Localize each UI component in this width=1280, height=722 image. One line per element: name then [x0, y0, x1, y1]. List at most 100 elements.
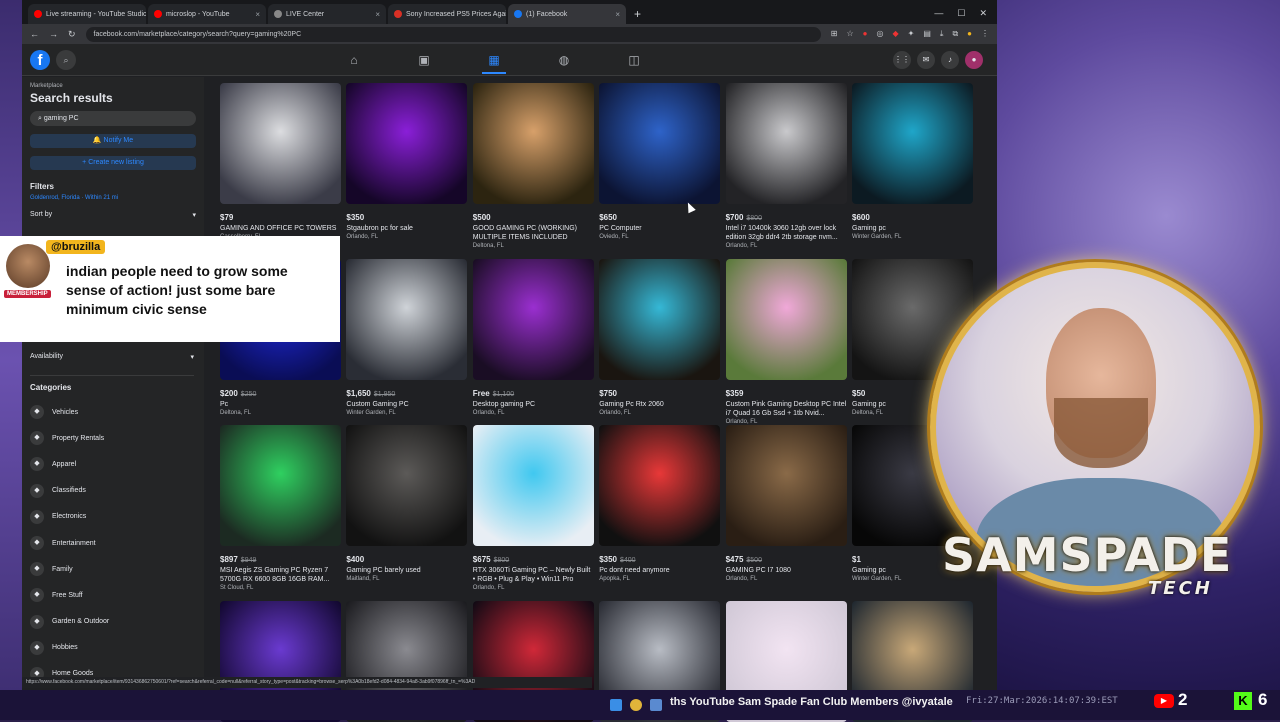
listing-card[interactable]: $350 $400 Pc dont need anymore Apopka, FL [599, 425, 721, 582]
listing-title[interactable]: Custom Gaming PC [346, 400, 467, 409]
close-window-icon[interactable]: ✕ [979, 8, 987, 19]
listing-card[interactable]: $359 Custom Pink Gaming Desktop PC Intel … [725, 259, 847, 425]
listing-card[interactable]: $600 Gaming pc Winter Garden, FL [852, 83, 973, 240]
bookmark-star-icon[interactable]: ☆ [846, 29, 853, 39]
video-nav-icon[interactable]: ▣ [412, 46, 436, 74]
browser-tab[interactable]: microslop - YouTube × [148, 4, 266, 24]
install-icon[interactable]: ⊞ [831, 29, 838, 39]
listing-photo[interactable] [472, 83, 594, 204]
listing-title[interactable]: Intel i7 10400k 3060 12gb over lock edit… [726, 224, 847, 242]
listing-title[interactable]: Gaming Pc Rtx 2060 [599, 400, 720, 409]
listing-title[interactable]: RTX 3060Ti Gaming PC – Newly Built • RGB… [473, 566, 594, 584]
listing-card[interactable]: $500 GOOD GAMING PC (WORKING) MULTIPLE IT… [472, 83, 594, 249]
listing-card[interactable]: $700 $800 Intel i7 10400k 3060 12gb over l… [725, 83, 847, 249]
listing-photo[interactable] [599, 83, 721, 204]
listing-title[interactable]: Gaming pc [852, 224, 973, 233]
category-item[interactable]: ◆ Vehicles [30, 399, 194, 425]
listing-photo[interactable] [346, 83, 468, 204]
listing-photo[interactable] [599, 425, 721, 546]
category-item[interactable]: ◆ Garden & Outdoor [30, 609, 194, 635]
availability-dropdown[interactable]: Availability ▾ [30, 353, 194, 361]
listing-title[interactable]: GAMING PC I7 1080 [726, 566, 847, 575]
extensions-icon[interactable]: ⧉ [952, 29, 958, 39]
home-nav-icon[interactable]: ⌂ [342, 46, 366, 74]
tab-close-icon[interactable]: × [375, 10, 380, 19]
category-item[interactable]: ◆ Apparel [30, 451, 194, 477]
listing-photo[interactable] [472, 425, 594, 546]
notify-me-button[interactable]: 🔔 Notify Me [30, 134, 196, 148]
listing-card[interactable]: $675 $800 RTX 3060Ti Gaming PC – Newly Bui… [472, 425, 594, 591]
app-icon[interactable] [650, 699, 662, 711]
url-field[interactable]: facebook.com/marketplace/category/search… [85, 26, 821, 42]
listing-title[interactable]: Gaming PC barely used [346, 566, 467, 575]
category-item[interactable]: ◆ Property Rentals [30, 425, 194, 451]
listing-photo[interactable] [725, 425, 847, 546]
minimize-icon[interactable]: — [934, 8, 943, 19]
category-item[interactable]: ◆ Entertainment [30, 530, 194, 556]
category-item[interactable]: ◆ Free Stuff [30, 582, 194, 608]
menu-kebab-icon[interactable]: ⋮ [981, 29, 989, 39]
browser-tab[interactable]: LIVE Center × [268, 4, 386, 24]
listing-card[interactable]: $400 Gaming PC barely used Maitland, FL [346, 425, 468, 582]
search-icon[interactable]: ⌕ [56, 49, 76, 70]
listing-photo[interactable] [472, 259, 594, 380]
create-listing-button[interactable]: + Create new listing [30, 156, 196, 170]
tab-close-icon[interactable]: × [615, 10, 620, 19]
listing-title[interactable]: Custom Pink Gaming Desktop PC Intel i7 Q… [726, 400, 847, 418]
forward-icon[interactable]: → [49, 29, 58, 39]
listing-photo[interactable] [852, 83, 973, 204]
browser-tab[interactable]: (1) Facebook × [508, 4, 626, 24]
category-item[interactable]: ◆ Classifieds [30, 478, 194, 504]
reload-icon[interactable]: ↻ [68, 29, 76, 40]
profile-icon[interactable]: ● [967, 29, 972, 39]
listing-photo[interactable] [599, 259, 721, 380]
download-icon[interactable]: ⤓ [940, 29, 944, 39]
extension-red2-icon[interactable]: ◆ [892, 29, 898, 39]
new-tab-button[interactable]: + [628, 7, 647, 24]
messenger-icon[interactable]: ✉ [917, 50, 935, 69]
apps-grid-icon[interactable]: ⋮⋮ [893, 50, 911, 69]
extension-gray-icon[interactable]: ◎ [876, 29, 883, 39]
listing-card[interactable]: Free $1,100 Desktop gaming PC Orlando, FL [472, 259, 594, 416]
back-icon[interactable]: ← [30, 29, 39, 39]
maximize-icon[interactable]: ☐ [957, 8, 965, 19]
search-input[interactable]: ⌕ gaming PC [30, 111, 196, 126]
category-item[interactable]: ◆ Hobbies [30, 635, 194, 661]
tab-close-icon[interactable]: × [255, 10, 260, 19]
listing-title[interactable]: Pc [220, 400, 341, 409]
windows-start-icon[interactable] [610, 699, 622, 711]
facebook-logo[interactable]: f [30, 49, 50, 70]
listing-title[interactable]: GOOD GAMING PC (WORKING) MULTIPLE ITEMS … [473, 224, 594, 242]
listing-card[interactable]: $1,650 $1,950 Custom Gaming PC Winter Garde… [346, 259, 468, 416]
listing-title[interactable]: Stgaubron pc for sale [346, 224, 467, 233]
listing-photo[interactable] [346, 425, 468, 546]
listing-photo[interactable] [220, 83, 341, 204]
extension-red-icon[interactable]: ● [863, 29, 868, 39]
listing-photo[interactable] [725, 259, 847, 380]
listing-card[interactable]: $897 $949 MSI Aegis ZS Gaming PC Ryzen 7 5… [220, 425, 341, 591]
browser-tab[interactable]: Sony Increased PS5 Prices Again× [388, 4, 506, 24]
sidepanel-icon[interactable]: ▤ [923, 29, 931, 39]
listing-photo[interactable] [346, 259, 468, 380]
listing-card[interactable]: $650 PC Computer Oviedo, FL [599, 83, 721, 240]
listing-card[interactable]: $750 Gaming Pc Rtx 2060 Orlando, FL [599, 259, 721, 416]
category-item[interactable]: ◆ Family [30, 556, 194, 582]
marketplace-nav-icon[interactable]: ▦ [482, 46, 506, 74]
listing-title[interactable]: MSI Aegis ZS Gaming PC Ryzen 7 5700G RX … [220, 566, 341, 584]
extension-puzzle-icon[interactable]: ✦ [908, 29, 915, 39]
breadcrumb[interactable]: Marketplace [30, 83, 196, 89]
sort-by-dropdown[interactable]: Sort by ▾ [30, 211, 196, 219]
account-avatar[interactable]: ● [965, 50, 983, 69]
listing-card[interactable]: $79GAMING AND OFFICE PC TOWERSCasselberr… [220, 83, 341, 240]
notifications-bell-icon[interactable]: ♪ [941, 50, 959, 69]
category-item[interactable]: ◆ Electronics [30, 504, 194, 530]
browser-tab[interactable]: Live streaming - YouTube Studio× [28, 4, 146, 24]
location-filter[interactable]: Goldenrod, Florida · Within 21 mi [30, 195, 196, 201]
listing-title[interactable]: PC Computer [599, 224, 720, 233]
groups-nav-icon[interactable]: ◍ [552, 46, 576, 74]
listing-photo[interactable] [220, 425, 341, 546]
gaming-nav-icon[interactable]: ◫ [622, 46, 646, 74]
listing-photo[interactable] [725, 83, 847, 204]
listing-title[interactable]: GAMING AND OFFICE PC TOWERS [220, 224, 341, 233]
listing-title[interactable]: Pc dont need anymore [599, 566, 720, 575]
